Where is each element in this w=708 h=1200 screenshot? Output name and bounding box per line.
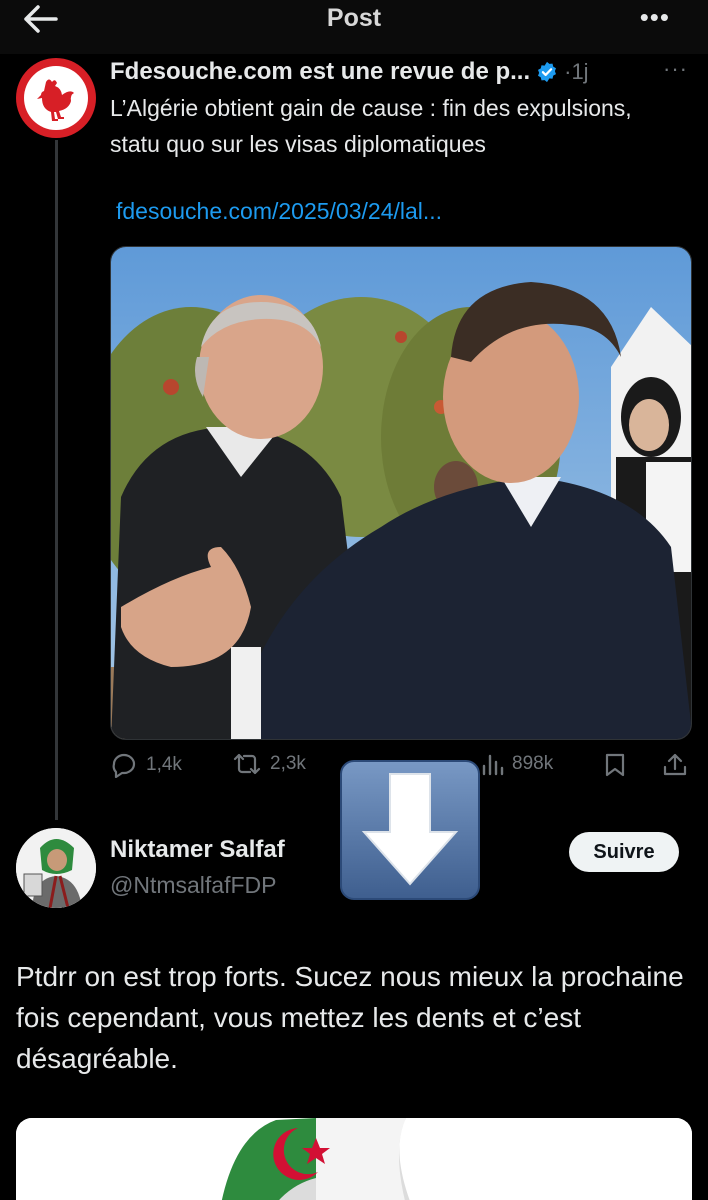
timestamp[interactable]: ·1j [564,59,588,85]
photo-illustration [111,247,691,739]
reply-image[interactable] [16,1118,692,1200]
reply-button[interactable]: 1,4k [110,752,182,778]
bar-chart-icon [482,754,504,776]
view-count: 898k [512,753,554,774]
views-button[interactable]: 898k [480,752,553,776]
top-bar: Post ••• [0,0,708,54]
author-name[interactable]: Niktamer Salfaf [110,836,285,864]
reply-count: 1,4k [146,754,182,775]
avatar-illustration [16,828,96,908]
author-handle[interactable]: @NtmsalfafFDP [110,872,276,899]
page-title: Post [326,4,382,32]
reply-text: Ptdrr on est trop forts. Sucez nous mieu… [16,961,684,1074]
down-arrow-emoji-icon [340,760,480,900]
tweet-header: Fdesouche.com est une revue de p... ·1j … [110,56,700,88]
rooster-logo-icon [24,66,88,130]
verified-badge-icon [538,61,557,83]
reply-image-illustration [16,1118,692,1200]
bookmark-icon [605,753,625,777]
avatar[interactable] [16,828,96,908]
tweet-link[interactable]: fdesouche.com/2025/03/24/lal... [116,198,442,225]
author-name[interactable]: Fdesouche.com est une revue de p... [110,58,530,86]
more-horizontal-icon: ••• [639,2,670,32]
follow-button[interactable]: Suivre [569,832,679,872]
repost-icon [233,753,261,775]
repost-button[interactable]: 2,3k [232,752,306,776]
tweet-photo[interactable] [110,246,692,740]
share-icon [663,753,687,776]
thread-line [55,140,58,820]
repost-count: 2,3k [270,753,306,774]
reply-icon [112,753,136,778]
avatar[interactable] [16,58,96,138]
tweet-more-button[interactable]: ··· [663,56,688,82]
tweet-text: L’Algérie obtient gain de cause : fin de… [110,95,632,157]
share-button[interactable] [662,752,696,778]
more-options-button[interactable]: ••• [640,4,670,30]
bookmark-button[interactable] [604,752,634,778]
